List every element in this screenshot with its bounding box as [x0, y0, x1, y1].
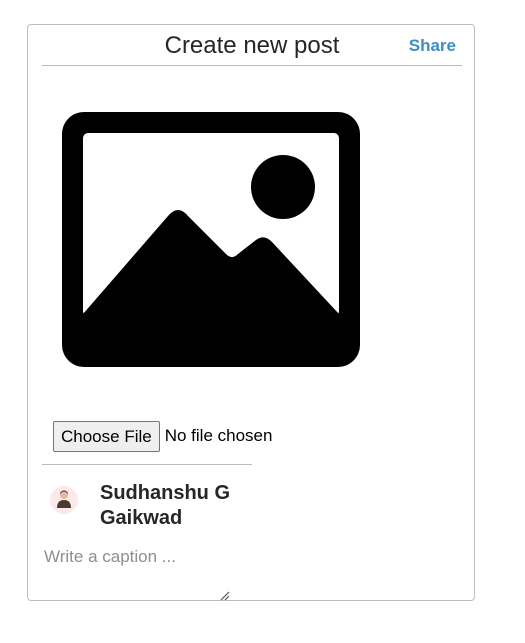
file-input[interactable]: Choose File No file chosen — [53, 420, 272, 452]
divider — [42, 464, 252, 465]
user-avatar-icon — [57, 490, 71, 508]
share-button[interactable]: Share — [409, 35, 456, 57]
choose-file-button[interactable]: Choose File — [53, 420, 160, 452]
file-status-text: No file chosen — [164, 426, 273, 445]
caption-input[interactable] — [42, 545, 242, 601]
author-row: Sudhanshu G Gaikwad — [50, 481, 260, 531]
resize-handle-icon[interactable] — [218, 589, 230, 601]
create-post-card: Create new post Share Choose File No fil… — [27, 24, 475, 601]
avatar — [50, 486, 78, 514]
author-name: Sudhanshu G Gaikwad — [100, 482, 230, 529]
card-header: Create new post Share — [42, 25, 462, 66]
image-placeholder-icon — [62, 112, 360, 367]
page-title: Create new post — [164, 32, 340, 59]
